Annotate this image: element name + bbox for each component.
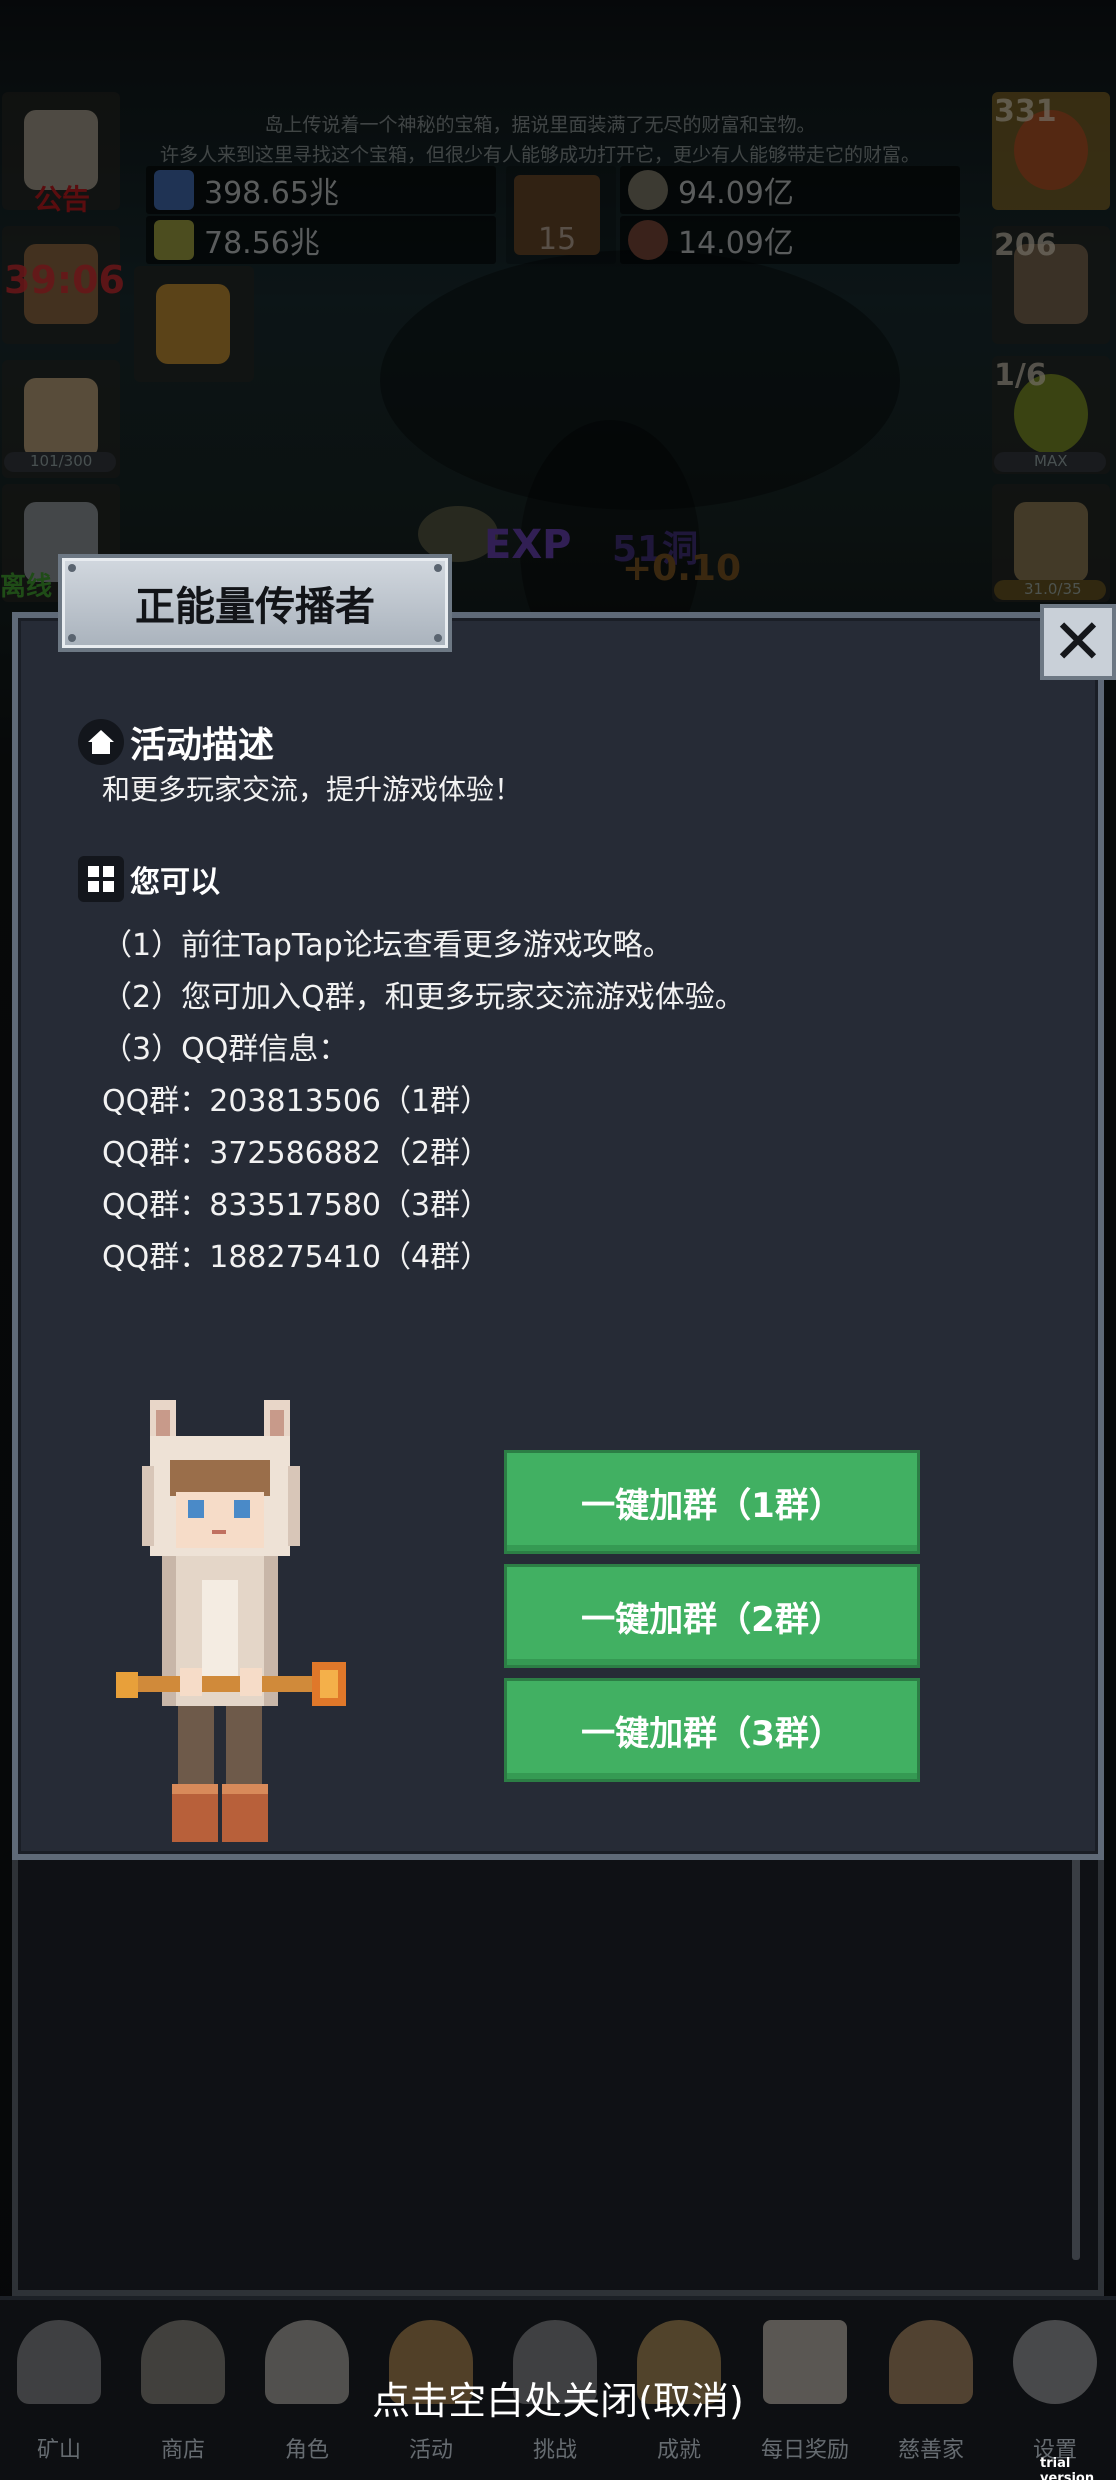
info-line: （2）您可加入Q群，和更多玩家交流游戏体验。 bbox=[102, 980, 745, 1015]
join-group-2-button[interactable]: 一键加群（2群） bbox=[504, 1564, 920, 1668]
watermark: trial version bbox=[1040, 2456, 1095, 2480]
nav-label: 挑战 bbox=[532, 2438, 577, 2463]
section-options-header: 您可以 bbox=[78, 856, 220, 902]
dialog-title-plaque: 正能量传播者 bbox=[58, 554, 452, 652]
join-group-3-button[interactable]: 一键加群（3群） bbox=[504, 1678, 920, 1782]
section-description-title: 活动描述 bbox=[130, 725, 275, 766]
section-description-text: 和更多玩家交流，提升游戏体验！ bbox=[102, 773, 523, 806]
nav-label: 角色 bbox=[284, 2438, 329, 2463]
nav-label: 每日奖励 bbox=[760, 2438, 849, 2463]
house-icon bbox=[78, 719, 124, 765]
nav-label: 成就 bbox=[656, 2438, 701, 2463]
qq-group-line: QQ群：188275410（4群） bbox=[102, 1240, 491, 1275]
info-line: （3）QQ群信息： bbox=[102, 1032, 349, 1067]
qq-group-line: QQ群：833517580（3群） bbox=[102, 1188, 491, 1223]
qq-group-line: QQ群：372586882（2群） bbox=[102, 1136, 491, 1171]
dialog-title: 正能量传播者 bbox=[135, 584, 375, 630]
cat-hood-character-sprite bbox=[116, 1400, 346, 1842]
nav-label: 商店 bbox=[160, 2438, 205, 2463]
nav-label: 慈善家 bbox=[897, 2438, 964, 2463]
qq-group-line: QQ群：203813506（1群） bbox=[102, 1084, 491, 1119]
nav-label: 活动 bbox=[408, 2438, 453, 2463]
grid-icon bbox=[78, 856, 124, 902]
join-group-1-button[interactable]: 一键加群（1群） bbox=[504, 1450, 920, 1554]
close-button[interactable]: ✕ bbox=[1040, 604, 1116, 680]
close-icon: ✕ bbox=[1052, 605, 1104, 678]
section-description-header: 活动描述 bbox=[78, 716, 274, 768]
nav-label: 矿山 bbox=[36, 2438, 81, 2463]
info-line: （1）前往TapTap论坛查看更多游戏攻略。 bbox=[102, 928, 673, 963]
section-options-title: 您可以 bbox=[130, 865, 220, 900]
close-hint[interactable]: 点击空白处关闭(取消) bbox=[0, 2370, 1116, 2425]
